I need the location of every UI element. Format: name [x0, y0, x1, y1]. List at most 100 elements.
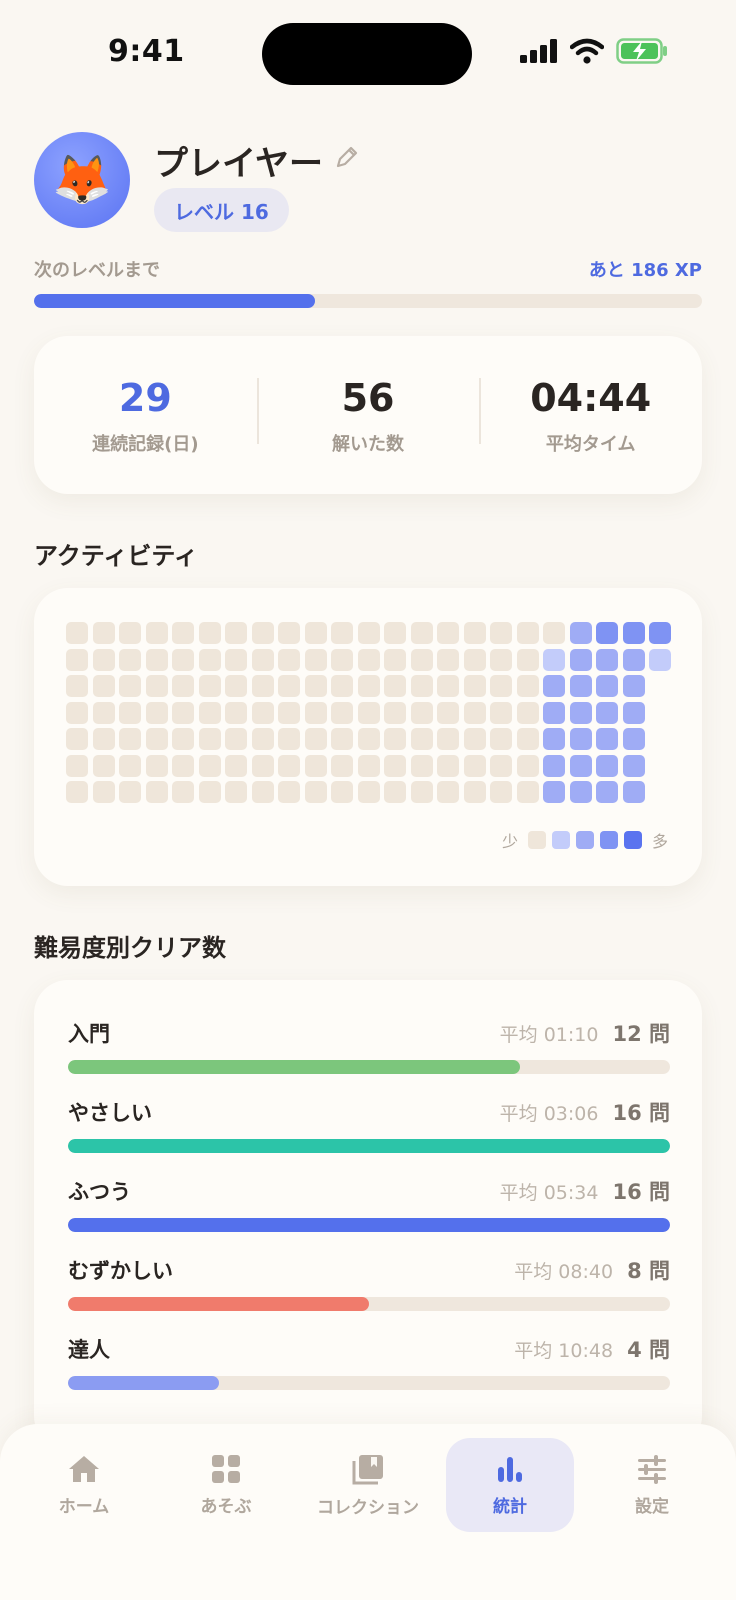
difficulty-title: 難易度別クリア数 [34, 934, 226, 962]
heatmap-cell [145, 728, 168, 750]
heatmap-cell [543, 648, 565, 671]
legend-swatch [551, 831, 570, 849]
difficulty-progress-fill [68, 1218, 670, 1232]
heatmap-cell [66, 728, 88, 750]
bottom-tab-bar: ホーム あそぶ コレクション 統計 設定 [0, 1424, 736, 1600]
heatmap-cell [331, 648, 353, 671]
difficulty-count: 4 問 [627, 1338, 670, 1362]
tab-stats[interactable]: 統計 [446, 1438, 574, 1532]
legend-high-label: 多 [651, 832, 668, 851]
heatmap-cell [198, 728, 221, 750]
heatmap-cell [543, 675, 565, 697]
tab-collection[interactable]: コレクション [304, 1438, 432, 1532]
pencil-edit-icon[interactable] [334, 144, 360, 170]
heatmap-cell [516, 622, 539, 644]
difficulty-count: 8 問 [627, 1259, 670, 1283]
home-icon [69, 1455, 99, 1482]
heatmap-cell [516, 781, 539, 803]
heatmap-cell [622, 675, 645, 697]
heatmap-cell [119, 701, 141, 724]
activity-title: アクティビティ [34, 542, 198, 570]
heatmap-cell [622, 648, 645, 671]
heatmap-cell [437, 728, 459, 750]
tab-home[interactable]: ホーム [20, 1438, 148, 1532]
heatmap-cell [490, 648, 512, 671]
heatmap-cell [251, 728, 274, 750]
heatmap-cell [66, 781, 88, 803]
difficulty-card: 入門 平均 01:10 12 問 やさしい 平均 03:06 16 問 ふつう … [34, 980, 702, 1450]
stat-average-time: 04:44 平均タイム [479, 374, 702, 456]
tab-play[interactable]: あそぶ [162, 1438, 290, 1532]
heatmap-cell [410, 622, 433, 644]
difficulty-average: 平均 05:34 [499, 1182, 599, 1204]
heatmap-cell [278, 622, 300, 644]
heatmap-cell [225, 781, 247, 803]
difficulty-count: 16 問 [612, 1180, 670, 1204]
heatmap-cell [66, 648, 88, 671]
heatmap-cell [622, 728, 645, 750]
heatmap-cell [278, 675, 300, 697]
heatmap-cell [198, 781, 221, 803]
heatmap-cell [225, 701, 247, 724]
heatmap-cell [490, 754, 512, 777]
heatmap-cell [357, 781, 380, 803]
heatmap-cell [463, 754, 486, 777]
heatmap-cell [569, 728, 592, 750]
heatmap-cell [331, 728, 353, 750]
heatmap-cell [490, 675, 512, 697]
heatmap-cell [490, 728, 512, 750]
difficulty-row: 入門 平均 01:10 12 問 [68, 1018, 670, 1084]
heatmap-cell [384, 648, 406, 671]
activity-card: 少 多 [34, 588, 702, 886]
heatmap-cell [384, 728, 406, 750]
heatmap-cell [251, 675, 274, 697]
status-time: 9:41 [108, 34, 185, 69]
heatmap-cell [145, 754, 168, 777]
heatmap-cell [251, 754, 274, 777]
difficulty-name: 入門 [68, 1022, 110, 1046]
heatmap-cell [543, 622, 565, 644]
heatmap-legend: 少 多 [498, 828, 672, 852]
heatmap-cell [172, 622, 194, 644]
heatmap-cell [304, 675, 327, 697]
heatmap-cell [463, 675, 486, 697]
heatmap-cell [410, 781, 433, 803]
heatmap-cell [66, 754, 88, 777]
difficulty-average: 平均 08:40 [514, 1261, 614, 1283]
heatmap-cell [331, 754, 353, 777]
difficulty-progress-fill [68, 1297, 369, 1311]
heatmap-cell [437, 781, 459, 803]
difficulty-progress-bar [68, 1297, 670, 1311]
heatmap-cell [278, 754, 300, 777]
heatmap-cell [463, 701, 486, 724]
heatmap-cell [119, 622, 141, 644]
heatmap-cell [92, 754, 115, 777]
xp-progress-bar [34, 294, 702, 308]
heatmap-cell [278, 781, 300, 803]
heatmap-cell [92, 648, 115, 671]
difficulty-average: 平均 10:48 [514, 1340, 614, 1362]
heatmap-cell [357, 648, 380, 671]
heatmap-cell [384, 622, 406, 644]
heatmap-cell [278, 728, 300, 750]
heatmap-cell [569, 622, 592, 644]
heatmap-cell [304, 622, 327, 644]
cellular-signal-icon [520, 39, 557, 63]
heatmap-cell [119, 754, 141, 777]
heatmap-cell [278, 701, 300, 724]
heatmap-cell [384, 781, 406, 803]
heatmap-cell [304, 754, 327, 777]
heatmap-cell [357, 675, 380, 697]
heatmap-cell [172, 648, 194, 671]
avatar[interactable]: 🦊 [34, 132, 130, 228]
heatmap-cell [119, 675, 141, 697]
heatmap-cell [410, 728, 433, 750]
heatmap-cell [198, 622, 221, 644]
heatmap-cell [92, 701, 115, 724]
difficulty-count: 12 問 [612, 1022, 670, 1046]
heatmap-cell [596, 622, 618, 644]
dynamic-island [262, 23, 472, 85]
heatmap-cell [410, 754, 433, 777]
heatmap-cell [357, 754, 380, 777]
tab-settings[interactable]: 設定 [588, 1438, 716, 1532]
